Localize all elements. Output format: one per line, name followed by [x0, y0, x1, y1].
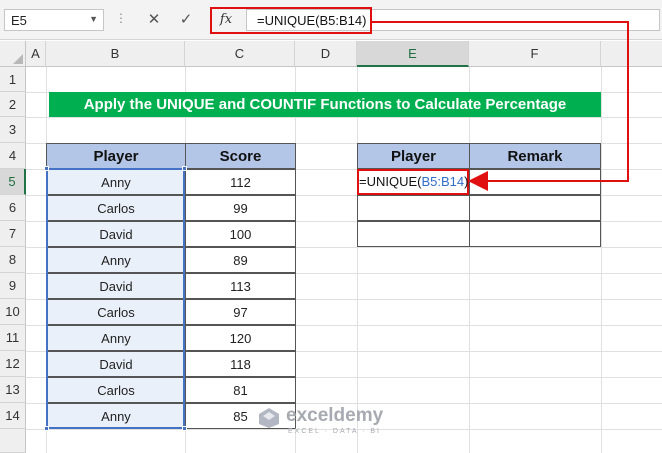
player-header-right[interactable]: Player	[357, 143, 470, 169]
row-header-9[interactable]: 9	[0, 273, 26, 299]
row-header-15[interactable]	[0, 429, 26, 453]
row-header-13[interactable]: 13	[0, 377, 26, 403]
row-header-8[interactable]: 8	[0, 247, 26, 273]
table-row-score[interactable]: 100	[185, 221, 296, 247]
selection-handle[interactable]	[44, 426, 49, 431]
player-header[interactable]: Player	[46, 143, 186, 169]
row-header-1[interactable]: 1	[0, 67, 26, 92]
table-row-score[interactable]: 113	[185, 273, 296, 299]
formula-prefix: =UNIQUE(	[359, 174, 422, 189]
row-header-7[interactable]: 7	[0, 221, 26, 247]
selection-handle[interactable]	[44, 166, 49, 171]
row-header-5[interactable]: 5	[0, 169, 26, 195]
cell-formula: =UNIQUE(B5:B14)	[359, 174, 468, 189]
table-row-score[interactable]: 120	[185, 325, 296, 351]
table-row-score[interactable]: 81	[185, 377, 296, 403]
chevron-down-icon[interactable]: ▼	[89, 14, 98, 24]
name-box-value: E5	[11, 13, 27, 28]
select-all-button[interactable]	[0, 41, 26, 67]
check-icon[interactable]: ✓	[172, 9, 200, 31]
remark-header[interactable]: Remark	[469, 143, 601, 169]
formula-suffix: )	[464, 174, 469, 189]
row-header-10[interactable]: 10	[0, 299, 26, 325]
sheet-title[interactable]: Apply the UNIQUE and COUNTIF Functions t…	[49, 92, 601, 117]
column-header-g[interactable]	[601, 41, 662, 67]
formula-ref: B5:B14	[421, 174, 465, 189]
table-row-remark[interactable]	[469, 221, 601, 247]
score-header[interactable]: Score	[185, 143, 296, 169]
close-icon[interactable]: ✕	[140, 9, 168, 31]
table-row-score[interactable]: 118	[185, 351, 296, 377]
column-header-a[interactable]: A	[26, 41, 46, 67]
row-header-2[interactable]: 2	[0, 92, 26, 117]
column-header-f[interactable]: F	[469, 41, 601, 67]
table-row-player[interactable]	[357, 195, 470, 221]
column-header-b[interactable]: B	[46, 41, 185, 67]
table-row-score[interactable]: 97	[185, 299, 296, 325]
name-box[interactable]: E5 ▼	[4, 9, 104, 31]
exceldemy-logo-icon	[259, 408, 279, 428]
row-header-4[interactable]: 4	[0, 143, 26, 169]
table-row-score[interactable]: 112	[185, 169, 296, 195]
column-header-d[interactable]: D	[295, 41, 357, 67]
table-row-remark[interactable]	[469, 169, 601, 195]
formula-highlight-box	[210, 7, 372, 34]
row-header-6[interactable]: 6	[0, 195, 26, 221]
selection-handle[interactable]	[182, 166, 187, 171]
selected-range	[46, 168, 185, 429]
row-header-3[interactable]: 3	[0, 117, 26, 143]
column-header-e[interactable]: E	[357, 41, 469, 67]
selection-handle[interactable]	[182, 426, 187, 431]
column-header-c[interactable]: C	[185, 41, 295, 67]
row-header-12[interactable]: 12	[0, 351, 26, 377]
table-row-remark[interactable]	[469, 195, 601, 221]
table-row-score[interactable]: 99	[185, 195, 296, 221]
table-row-score[interactable]: 89	[185, 247, 296, 273]
row-header-11[interactable]: 11	[0, 325, 26, 351]
watermark-name: exceldemy	[286, 405, 384, 426]
row-header-14[interactable]: 14	[0, 403, 26, 429]
more-options-icon[interactable]: ⋮	[115, 11, 127, 25]
table-row-player[interactable]	[357, 221, 470, 247]
watermark-tagline: EXCEL · DATA · BI	[288, 428, 381, 435]
